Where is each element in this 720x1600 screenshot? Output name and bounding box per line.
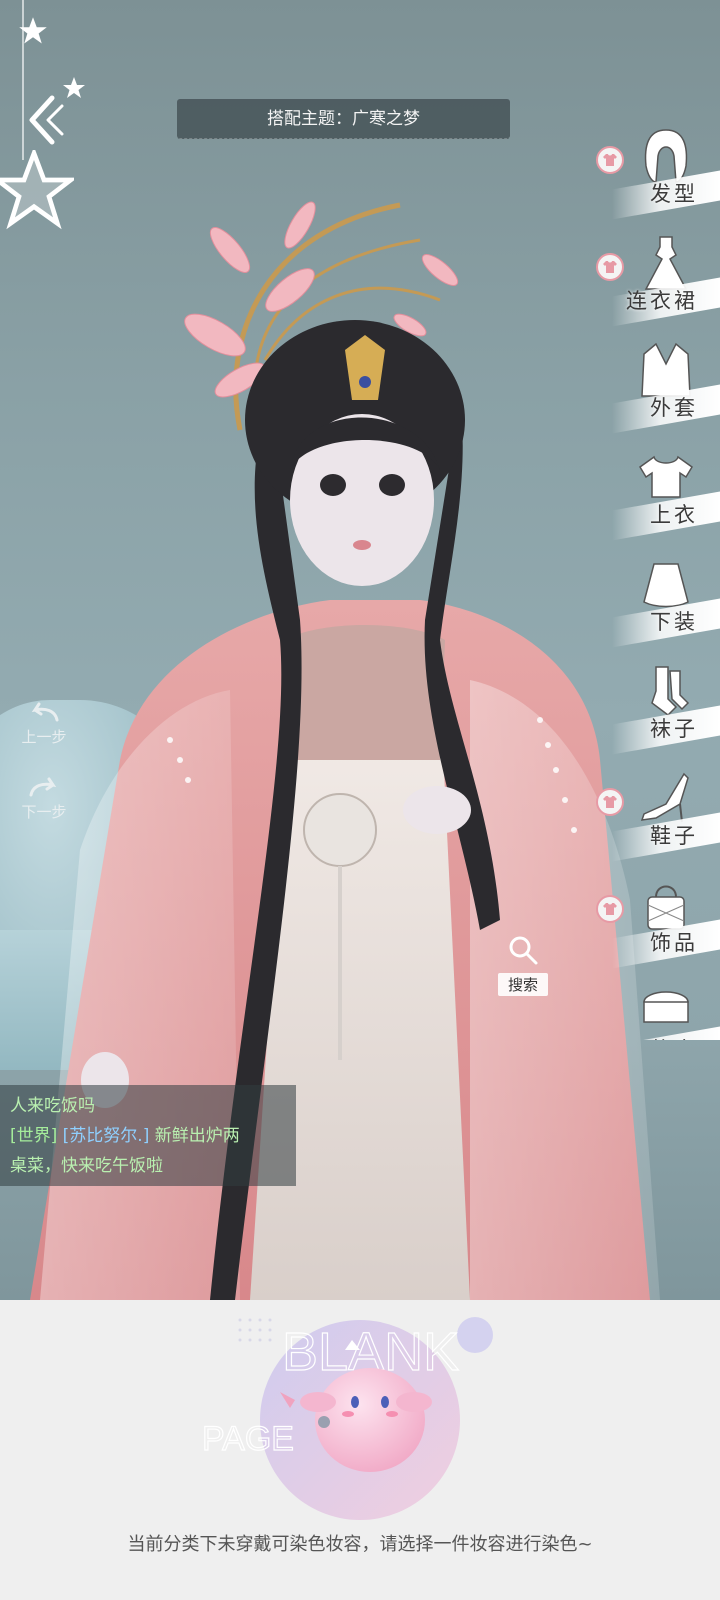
category-makeup[interactable]: 妆容 (585, 978, 720, 1040)
category-socks[interactable]: 袜子 (585, 657, 720, 764)
category-label: 连衣裙 (626, 289, 698, 313)
category-shoes[interactable]: 鞋子 (585, 764, 720, 871)
shirt-icon (603, 796, 617, 808)
category-hair[interactable]: 发型 (585, 122, 720, 229)
dye-badge (596, 895, 624, 923)
shirt-icon (603, 261, 617, 273)
category-bottom[interactable]: 下装 (585, 550, 720, 657)
empty-state-message: 当前分类下未穿戴可染色妆容，请选择一件妆容进行染色~ (127, 1534, 593, 1555)
category-label: 外套 (650, 396, 698, 420)
undo-button[interactable]: 上一步 (14, 700, 74, 747)
chat-message: 新鲜出炉两 (149, 1126, 240, 1146)
category-accessories[interactable]: 饰品 (585, 871, 720, 978)
back-button[interactable] (18, 90, 78, 150)
category-top[interactable]: 上衣 (585, 443, 720, 550)
dye-badge (596, 146, 624, 174)
category-label: 饰品 (650, 931, 698, 955)
search-label: 搜索 (497, 973, 548, 996)
page-word: PAGE (202, 1420, 294, 1458)
category-label: 上衣 (650, 503, 698, 527)
chat-sender[interactable]: [苏比努尔.] (63, 1126, 150, 1146)
theme-banner: 搭配主题：广寒之梦 (177, 99, 510, 139)
category-label: 下装 (650, 610, 698, 634)
shirt-icon (603, 154, 617, 166)
blank-page-illustration: BLANK PAGE (201, 1317, 493, 1520)
search-button[interactable]: 搜索 (488, 933, 558, 996)
undo-label: 上一步 (21, 728, 67, 746)
category-label: 鞋子 (650, 824, 698, 848)
chat-line: 人来吃饭吗 (10, 1096, 95, 1116)
dye-badge (596, 253, 624, 281)
redo-arrow-icon (29, 777, 57, 797)
category-label: 妆容 (650, 1034, 698, 1040)
star-outline-icon (0, 150, 74, 230)
category-label: 袜子 (650, 717, 698, 741)
chat-channel: [世界] (10, 1126, 58, 1146)
category-list: 发型 连衣裙 外套 上衣 下装 袜子 鞋子 饰品 (585, 122, 720, 1040)
shirt-icon (603, 903, 617, 915)
chat-line: 桌菜，快来吃午饭啦 (10, 1156, 163, 1176)
category-label: 发型 (650, 182, 698, 206)
dye-badge (596, 788, 624, 816)
search-icon (509, 936, 538, 965)
world-chat[interactable]: 人来吃饭吗 [世界] [苏比努尔.] 新鲜出炉两 桌菜，快来吃午饭啦 (0, 1085, 296, 1186)
category-dress[interactable]: 连衣裙 (585, 229, 720, 336)
dressing-scene: 搭配主题：广寒之梦 发型 连衣裙 外套 上衣 下装 袜子 鞋子 饰品 上一步 下… (0, 0, 720, 1300)
category-coat[interactable]: 外套 (585, 336, 720, 443)
redo-label: 下一步 (21, 803, 67, 821)
chat-line: [世界] [苏比努尔.] 新鲜出炉两 (10, 1121, 286, 1151)
redo-button[interactable]: 下一步 (14, 775, 74, 822)
undo-arrow-icon (31, 702, 59, 722)
